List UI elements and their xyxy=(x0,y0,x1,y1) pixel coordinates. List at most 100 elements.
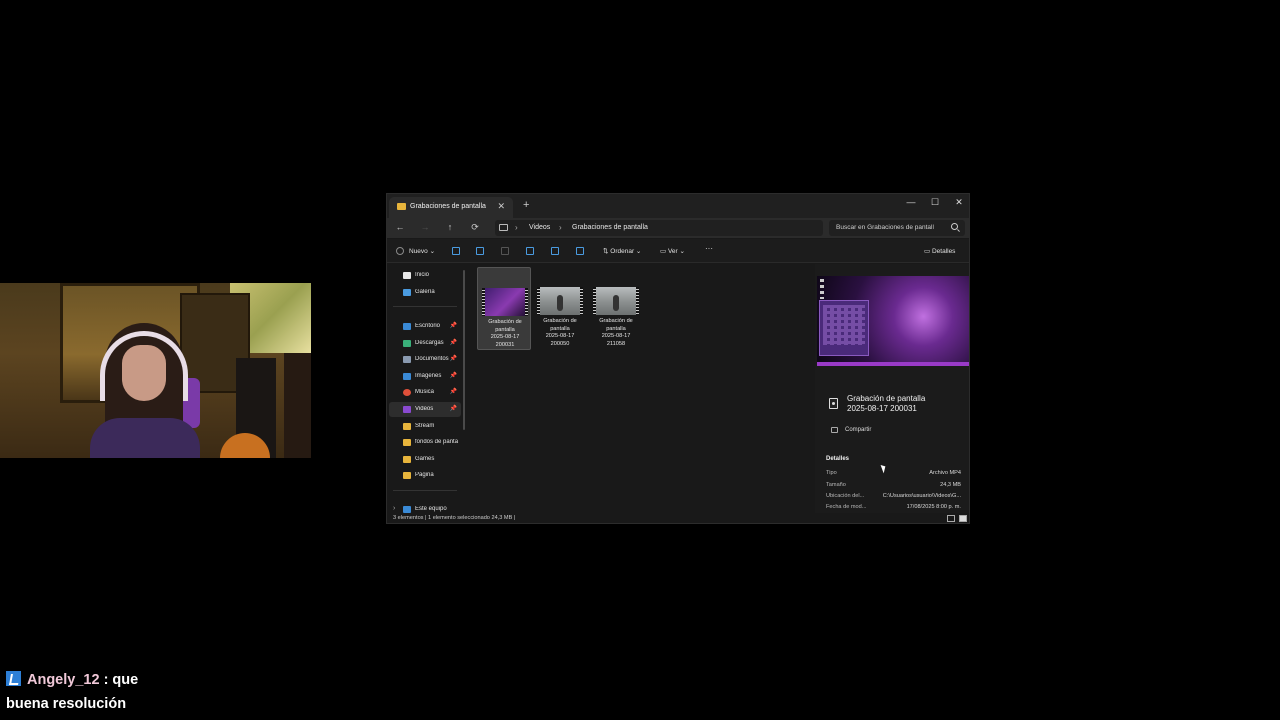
video-thumbnail xyxy=(482,288,528,316)
breadcrumb[interactable]: › Videos › Grabaciones de pantalla xyxy=(495,220,823,236)
file-name: Grabación de pantalla 2025-08-17 200031 xyxy=(478,319,532,349)
sidebar-item-descargas[interactable]: Descargas 📌 xyxy=(389,336,461,351)
pin-icon: 📌 xyxy=(449,406,457,412)
sidebar-item-imagenes[interactable]: Imágenes 📌 xyxy=(389,369,461,384)
video-preview xyxy=(817,276,969,366)
sidebar-item-inicio[interactable]: Inicio xyxy=(389,268,461,283)
details-view-icon[interactable] xyxy=(947,515,955,522)
sidebar-item-label: Stream xyxy=(415,423,435,429)
video-thumbnail xyxy=(537,287,583,315)
detail-key: Tipo xyxy=(826,470,837,476)
sidebar-item-documentos[interactable]: Documentos 📌 xyxy=(389,352,461,367)
file-name-line: Grabación de xyxy=(543,318,577,324)
details-section-title: Detalles xyxy=(826,456,850,462)
video-icon xyxy=(403,406,411,413)
download-icon xyxy=(403,340,411,347)
details-button-label: Detalles xyxy=(931,248,956,255)
sidebar-item-escritorio[interactable]: Escritorio 📌 xyxy=(389,319,461,334)
sort-button[interactable]: ⇅ Ordenar ⌄ xyxy=(603,247,641,255)
image-icon xyxy=(403,373,411,380)
breadcrumb-separator: › xyxy=(559,223,562,232)
sidebar-item-musica[interactable]: Música 📌 xyxy=(389,385,461,400)
tab-grabaciones[interactable]: Grabaciones de pantalla ✕ xyxy=(389,197,513,218)
chat-badge-icon xyxy=(6,671,21,686)
close-button[interactable]: ✕ xyxy=(948,197,969,208)
expand-chevron-icon[interactable]: › xyxy=(393,505,395,512)
view-button-label: Ver xyxy=(667,248,678,255)
tab-close-icon[interactable]: ✕ xyxy=(497,201,505,212)
video-file-icon xyxy=(829,398,838,409)
search-input[interactable]: Buscar en Grabaciones de pantall xyxy=(829,220,965,236)
webcam-streamer xyxy=(90,323,200,458)
sidebar-item-games[interactable]: Games xyxy=(389,452,461,467)
up-button[interactable]: ↑ xyxy=(443,222,457,232)
gallery-icon xyxy=(403,289,411,296)
thumbnail-figure xyxy=(557,295,563,311)
sidebar-item-galeria[interactable]: Galería xyxy=(389,285,461,300)
breadcrumb-grabaciones[interactable]: Grabaciones de pantalla xyxy=(572,224,648,231)
file-name-line: pantalla xyxy=(606,325,626,332)
cut-icon[interactable] xyxy=(452,247,460,255)
detail-value: 24,3 MB xyxy=(940,482,961,488)
preview-desktop-icons xyxy=(820,279,824,299)
webcam-background-speaker-right xyxy=(284,353,311,458)
sidebar-scrollbar[interactable] xyxy=(463,270,465,430)
rename-icon[interactable] xyxy=(526,247,534,255)
video-thumbnail xyxy=(593,287,639,315)
sidebar-item-pagina[interactable]: Pagina xyxy=(389,468,461,483)
sidebar-divider xyxy=(393,490,457,491)
paste-icon[interactable] xyxy=(501,247,509,255)
details-title: Grabación de pantalla 2025-08-17 200031 xyxy=(847,394,965,414)
file-item[interactable]: Grabación de pantalla 2025-08-17 200050 xyxy=(533,267,587,350)
home-icon xyxy=(403,272,411,279)
tiles-view-icon[interactable] xyxy=(959,515,967,522)
sidebar-item-label: fondos de panta xyxy=(415,439,459,445)
preview-taskbar xyxy=(817,362,969,366)
webcam-overlay xyxy=(0,283,311,458)
film-strip xyxy=(580,287,583,315)
copy-icon[interactable] xyxy=(476,247,484,255)
sidebar-item-stream[interactable]: Stream xyxy=(389,419,461,434)
delete-icon[interactable] xyxy=(576,247,584,255)
film-strip xyxy=(525,288,528,316)
file-explorer-window: Grabaciones de pantalla ✕ + — ☐ ✕ ← → ↑ … xyxy=(386,193,970,524)
streamer-body xyxy=(90,418,200,458)
address-bar: ← → ↑ ⟳ › Videos › Grabaciones de pantal… xyxy=(387,218,969,238)
file-name-line: Grabación de xyxy=(488,319,522,325)
file-item[interactable]: Grabación de pantalla 2025-08-17 200031 xyxy=(477,267,531,350)
details-title-line: 2025-08-17 200031 xyxy=(847,404,917,413)
sidebar-item-fondos[interactable]: fondos de panta xyxy=(389,435,461,450)
details-pane-button[interactable]: ▭ Detalles xyxy=(924,247,955,255)
music-icon xyxy=(403,389,411,396)
new-tab-button[interactable]: + xyxy=(523,199,529,211)
share-icon[interactable] xyxy=(551,247,559,255)
file-name: Grabación de pantalla 2025-08-17 200050 xyxy=(533,318,587,348)
minimize-button[interactable]: — xyxy=(900,197,922,207)
breadcrumb-videos[interactable]: Videos xyxy=(529,224,550,231)
desktop-icon xyxy=(403,323,411,330)
pin-icon: 📌 xyxy=(449,356,457,362)
sort-button-label: Ordenar xyxy=(610,248,635,255)
search-placeholder: Buscar en Grabaciones de pantall xyxy=(836,224,934,231)
maximize-button[interactable]: ☐ xyxy=(924,197,946,208)
more-options-button[interactable]: ··· xyxy=(705,244,713,253)
forward-button[interactable]: → xyxy=(418,222,432,232)
file-name-line: 2025-08-17 xyxy=(545,333,575,339)
view-button[interactable]: ▭ Ver ⌄ xyxy=(660,247,685,255)
detail-row-tamano: Tamaño 24,3 MB xyxy=(826,482,961,491)
sidebar-item-label: Games xyxy=(415,456,435,462)
new-button[interactable]: Nuevo ⌄ xyxy=(409,247,435,255)
status-bar: 3 elementos | 1 elemento seleccionado 24… xyxy=(387,513,969,523)
details-scrollbar[interactable] xyxy=(969,274,970,434)
film-strip xyxy=(593,287,596,315)
thumbnail-figure xyxy=(613,295,619,311)
refresh-button[interactable]: ⟳ xyxy=(468,222,482,233)
back-button[interactable]: ← xyxy=(393,222,407,232)
file-name-line: pantalla xyxy=(550,325,570,332)
file-item[interactable]: Grabación de pantalla 2025-08-17 211058 xyxy=(589,267,643,350)
film-strip xyxy=(636,287,639,315)
folder-icon xyxy=(403,456,411,463)
file-name-line: 2025-08-17 xyxy=(490,334,520,340)
sidebar-item-videos[interactable]: Videos 📌 xyxy=(389,402,461,417)
detail-key: Tamaño xyxy=(826,482,846,488)
